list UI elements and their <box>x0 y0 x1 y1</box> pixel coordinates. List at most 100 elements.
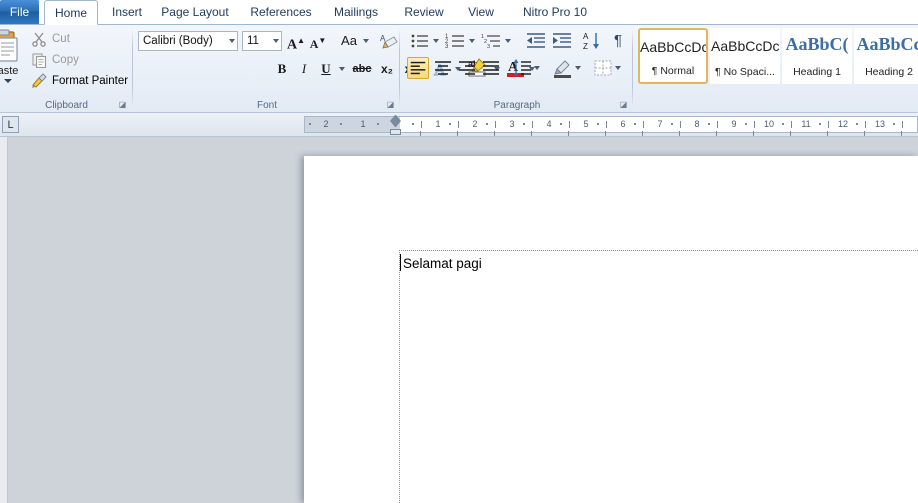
bullets-icon <box>409 30 431 52</box>
style-no-spacing[interactable]: AaBbCcDc ¶ No Spaci... <box>710 28 780 84</box>
italic-label: I <box>302 61 306 76</box>
borders-caret-icon[interactable] <box>615 66 621 70</box>
font-size-input[interactable]: 11 <box>242 31 282 51</box>
ruler-tick: 12 <box>836 117 850 132</box>
justify-button[interactable] <box>480 57 502 79</box>
ruler-tick: 13 <box>873 117 887 132</box>
tab-page-layout[interactable]: Page Layout <box>155 0 235 25</box>
font-name-input[interactable]: Calibri (Body) <box>138 31 238 51</box>
numbering-icon: 1 2 3 <box>445 30 467 52</box>
strikethrough-label: abc <box>353 63 372 75</box>
ruler-tick: 8 <box>690 117 704 132</box>
copy-label: Copy <box>52 50 79 70</box>
grow-font-button[interactable]: A▲ <box>286 30 306 52</box>
style-heading-2[interactable]: AaBbCc Heading 2 <box>854 28 918 84</box>
clear-formatting-icon[interactable]: A <box>379 31 399 51</box>
align-center-button[interactable] <box>432 57 454 79</box>
align-left-button[interactable] <box>407 57 429 79</box>
increase-indent-button[interactable] <box>551 30 573 52</box>
show-marks-button[interactable]: ¶ <box>607 30 629 52</box>
shrink-font-button[interactable]: A▼ <box>308 30 328 52</box>
ruler-tick: 7 <box>653 117 667 132</box>
ribbon: aste Cut Copy <box>0 25 918 113</box>
copy-icon <box>31 52 47 68</box>
tab-home[interactable]: Home <box>44 0 98 25</box>
tab-review[interactable]: Review <box>397 0 451 25</box>
paste-label: aste <box>0 65 32 77</box>
left-indent-marker[interactable] <box>390 129 401 135</box>
shading-icon <box>552 57 574 79</box>
text-boundary-marker <box>399 250 918 503</box>
style-preview: AaBbC( <box>783 34 851 55</box>
bold-button[interactable]: B <box>272 58 292 80</box>
style-normal[interactable]: AaBbCcDc ¶ Normal <box>638 28 708 84</box>
multilevel-list-icon: 1 2 3 <box>481 30 503 52</box>
document-page[interactable]: Selamat pagi <box>304 156 918 503</box>
paragraph-dialog-launcher[interactable]: ◪ <box>618 99 629 110</box>
ruler-tick: 9 <box>727 117 741 132</box>
strikethrough-button[interactable]: abc <box>350 58 374 80</box>
change-case-button[interactable]: Aa <box>337 30 361 52</box>
clipboard-dialog-launcher[interactable]: ◪ <box>117 99 128 110</box>
ruler-tick: 1 <box>356 117 370 132</box>
chevron-down-icon[interactable] <box>273 39 279 43</box>
italic-button[interactable]: I <box>294 58 314 80</box>
borders-button[interactable] <box>592 57 614 79</box>
line-spacing-button[interactable] <box>511 57 533 79</box>
ruler-tick: 1 <box>431 117 445 132</box>
change-case-label: Aa <box>341 33 357 48</box>
tab-stop-selector[interactable]: L <box>2 116 19 133</box>
decrease-indent-button[interactable] <box>525 30 547 52</box>
tab-references[interactable]: References <box>245 0 317 25</box>
bullets-button[interactable] <box>409 30 431 52</box>
style-name: Heading 1 <box>783 66 851 78</box>
ruler-tick: 3 <box>505 117 519 132</box>
numbering-button[interactable]: 1 2 3 <box>445 30 467 52</box>
tab-view[interactable]: View <box>460 0 502 25</box>
shading-caret-icon[interactable] <box>575 66 581 70</box>
cut-label: Cut <box>52 29 70 49</box>
chevron-down-icon[interactable] <box>229 39 235 43</box>
style-name: ¶ No Spaci... <box>711 66 779 78</box>
document-canvas[interactable]: Selamat pagi <box>0 137 918 503</box>
style-name: Heading 2 <box>855 66 918 78</box>
paste-dropdown-arrow[interactable] <box>4 79 12 83</box>
ribbon-group-paragraph: 1 2 3 1 2 3 <box>401 25 633 113</box>
group-separator <box>132 29 133 107</box>
tab-mailings[interactable]: Mailings <box>325 0 387 25</box>
ruler-tick: 2 <box>319 117 333 132</box>
underline-button[interactable]: U <box>316 58 336 80</box>
font-group-label: Font <box>134 100 400 111</box>
tab-file[interactable]: File <box>0 0 40 24</box>
sort-button[interactable]: A Z <box>581 30 603 52</box>
underline-caret-icon[interactable] <box>339 67 345 71</box>
font-dialog-launcher[interactable]: ◪ <box>385 99 396 110</box>
svg-text:Z: Z <box>583 42 588 51</box>
shading-button[interactable] <box>552 57 574 79</box>
style-preview: AaBbCcDc <box>640 39 706 55</box>
svg-text:A: A <box>583 32 589 41</box>
format-painter-icon <box>31 73 47 89</box>
tab-nitro-pro-10[interactable]: Nitro Pro 10 <box>512 0 598 25</box>
ribbon-group-styles: AaBbCcDc ¶ Normal AaBbCcDc ¶ No Spaci...… <box>634 25 918 113</box>
bullets-caret-icon[interactable] <box>433 39 439 43</box>
ruler-row: L 2 1 1 2 3 4 5 6 7 8 9 10 11 12 13 <box>0 113 918 137</box>
style-heading-1[interactable]: AaBbC( Heading 1 <box>782 28 852 84</box>
ribbon-tab-bar: File Home Insert Page Layout References … <box>0 0 918 25</box>
subscript-label: x₂ <box>381 62 393 76</box>
align-right-button[interactable] <box>456 57 478 79</box>
ruler-tick: 4 <box>542 117 556 132</box>
numbering-caret-icon[interactable] <box>469 39 475 43</box>
line-spacing-caret-icon[interactable] <box>534 66 540 70</box>
paste-button[interactable]: aste <box>0 27 32 93</box>
ribbon-group-clipboard: aste Cut Copy <box>0 25 133 113</box>
align-right-icon <box>456 57 478 79</box>
multilevel-caret-icon[interactable] <box>505 39 511 43</box>
change-case-caret-icon[interactable] <box>363 39 369 43</box>
subscript-button[interactable]: x₂ <box>376 58 398 80</box>
hanging-indent-marker[interactable] <box>390 121 401 127</box>
multilevel-list-button[interactable]: 1 2 3 <box>481 30 503 52</box>
canvas-left-gutter <box>0 137 8 503</box>
tab-insert[interactable]: Insert <box>104 0 150 25</box>
document-text[interactable]: Selamat pagi <box>403 256 482 271</box>
